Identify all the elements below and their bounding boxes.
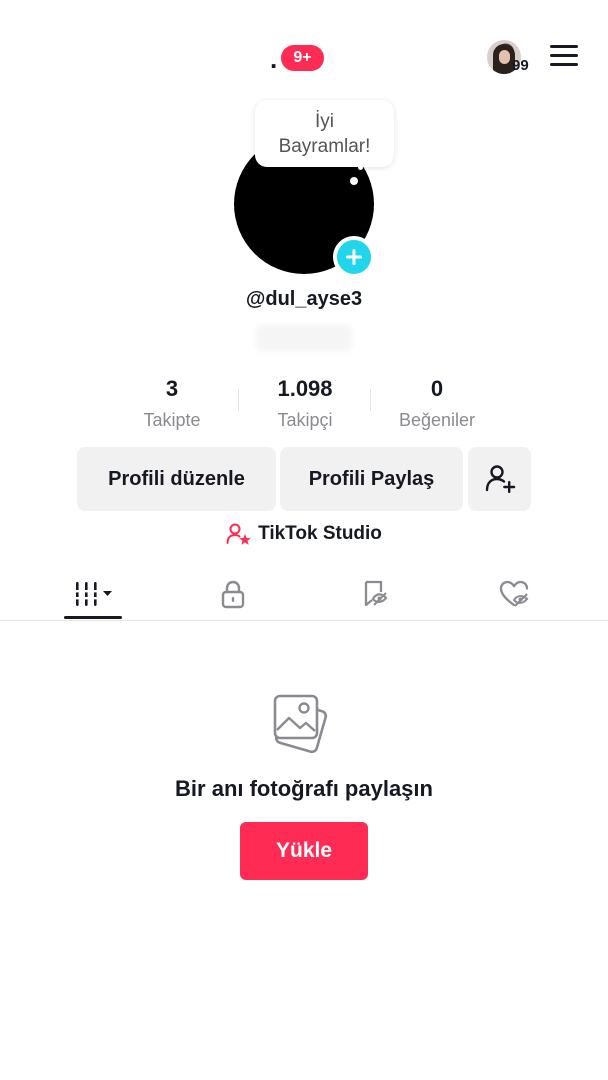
liked-heart-icon xyxy=(499,580,529,607)
stat-divider xyxy=(370,389,371,411)
menu-icon[interactable] xyxy=(549,44,579,68)
stat-followers-value: 1.098 xyxy=(277,376,333,401)
avatar-face xyxy=(499,50,510,64)
notification-badge[interactable]: 9+ xyxy=(281,45,324,71)
share-profile-button[interactable]: Profili Paylaş xyxy=(280,447,463,511)
add-avatar-button[interactable] xyxy=(333,236,375,278)
tab-liked[interactable] xyxy=(485,572,545,616)
status-line-1: İyi xyxy=(315,110,334,132)
top-bar: . 9+ 99 xyxy=(0,0,608,95)
plus-icon xyxy=(346,249,362,265)
photo-stack-icon xyxy=(268,690,338,760)
username: @dul_ayse3 xyxy=(245,288,363,310)
videos-grid-icon xyxy=(75,582,112,606)
stat-following-value: 3 xyxy=(165,376,179,401)
avatar-count: 99 xyxy=(512,57,529,74)
bubble-tail xyxy=(350,177,358,185)
stat-followers[interactable]: 1.098 Takipçi xyxy=(255,375,355,433)
active-tab-indicator xyxy=(64,616,122,619)
stat-likes-label: Beğeniler xyxy=(398,410,476,430)
stat-followers-label: Takipçi xyxy=(277,410,333,430)
bubble-tail-small xyxy=(358,165,363,170)
status-line-2: Bayramlar! xyxy=(278,135,371,157)
studio-icon xyxy=(226,523,251,545)
tab-divider xyxy=(0,620,608,621)
stat-following-label: Takipte xyxy=(143,410,201,430)
upload-button[interactable]: Yükle xyxy=(240,822,368,880)
stat-likes[interactable]: 0 Beğeniler xyxy=(382,375,492,433)
add-friend-button[interactable] xyxy=(468,447,531,511)
tab-reposts[interactable] xyxy=(345,572,405,616)
edit-profile-button[interactable]: Profili düzenle xyxy=(77,447,276,511)
empty-state-text: Bir anı fotoğrafı paylaşın xyxy=(175,776,433,801)
tiktok-studio-link[interactable]: TikTok Studio xyxy=(0,522,608,546)
reposts-icon xyxy=(364,580,388,607)
stat-following[interactable]: 3 Takipte xyxy=(122,375,222,433)
add-user-icon xyxy=(485,465,515,493)
tab-videos[interactable] xyxy=(64,572,124,616)
profile-title: . xyxy=(270,44,278,74)
status-bubble[interactable]: İyi Bayramlar! xyxy=(255,100,394,167)
tab-private[interactable] xyxy=(203,572,263,616)
studio-label: TikTok Studio xyxy=(258,523,382,544)
lock-icon xyxy=(221,580,245,609)
blurred-bio xyxy=(256,325,352,351)
stat-divider xyxy=(238,389,239,411)
stat-likes-value: 0 xyxy=(430,376,444,401)
